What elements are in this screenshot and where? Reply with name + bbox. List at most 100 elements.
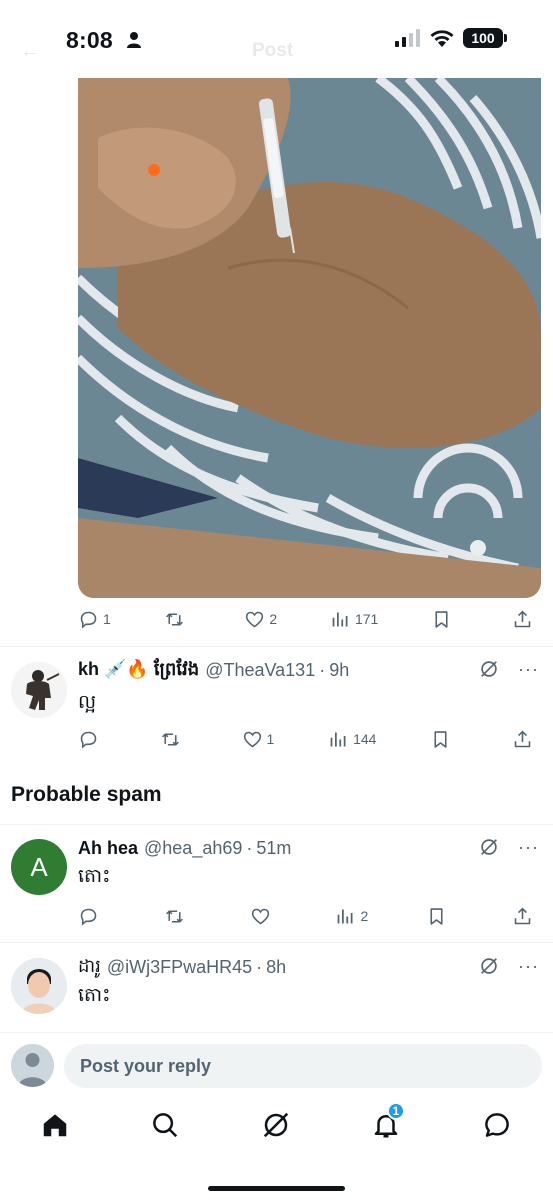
section-title: Probable spam [11, 783, 162, 806]
views-button[interactable]: 2 [335, 906, 368, 927]
reply-tools: ··· [478, 955, 539, 977]
home-icon [43, 1114, 67, 1137]
reply-action-row: 2 [78, 904, 540, 928]
default-avatar-icon [11, 1044, 54, 1087]
reply-header: Ah hea @hea_ah69 · 51m [78, 836, 291, 860]
bookmark-button[interactable] [431, 609, 459, 630]
grok-icon[interactable] [478, 955, 500, 977]
more-options-icon[interactable]: ··· [518, 660, 539, 678]
reply-button[interactable] [78, 906, 106, 927]
divider [0, 942, 553, 943]
tab-notifications[interactable]: 1 [369, 1102, 405, 1142]
repost-icon [161, 732, 179, 746]
grok-icon [263, 1112, 289, 1138]
tab-grok[interactable] [259, 1108, 293, 1142]
views-button[interactable]: 171 [330, 609, 378, 630]
battery-indicator: 100 [463, 28, 507, 48]
reply-text: តោះ [78, 985, 111, 1006]
repost-button[interactable] [164, 906, 192, 927]
repost-button[interactable] [160, 729, 188, 750]
divider [0, 824, 553, 825]
like-button[interactable]: 1 [242, 729, 275, 750]
reply-button[interactable]: 1 [78, 609, 111, 630]
like-button[interactable] [250, 906, 278, 927]
avatar[interactable] [11, 958, 67, 1014]
more-options-icon[interactable]: ··· [518, 957, 539, 975]
tab-search[interactable] [148, 1108, 182, 1142]
reply-text: តោះ [78, 866, 111, 887]
spam-reply-item[interactable]: ដារូ @iWj3FPwaHR45 · 8h ··· តោះ [0, 955, 553, 1032]
reply-tools: ··· [478, 836, 539, 858]
tab-home[interactable] [38, 1108, 72, 1142]
author-name[interactable]: kh 💉🔥 ព្រែវែង [78, 657, 199, 684]
reply-action-row: 1 144 [78, 727, 540, 751]
message-bubble-icon [485, 1113, 509, 1137]
repost-icon [165, 612, 183, 626]
post-action-row: 1 2 171 [78, 607, 540, 631]
like-count: 1 [266, 731, 275, 747]
share-button[interactable] [512, 729, 540, 750]
reply-count: 1 [103, 611, 111, 627]
avatar[interactable]: A [11, 839, 67, 895]
share-icon [514, 610, 531, 627]
author-handle[interactable]: @iWj3FPwaHR45 [107, 957, 252, 978]
avatar-image [11, 958, 67, 1014]
grok-icon[interactable] [478, 836, 500, 858]
bookmark-icon [435, 610, 448, 628]
author-name[interactable]: Ah hea [78, 838, 138, 859]
view-count: 171 [354, 611, 379, 627]
share-icon [514, 730, 531, 747]
my-avatar[interactable] [11, 1044, 54, 1087]
status-bar: ← Post 8:08 100 [0, 0, 553, 78]
repost-icon [165, 909, 183, 923]
home-indicator [208, 1186, 345, 1191]
grok-icon[interactable] [478, 658, 500, 680]
avatar[interactable] [11, 662, 67, 718]
divider [0, 646, 553, 647]
more-options-icon[interactable]: ··· [518, 838, 539, 856]
spam-reply-item[interactable]: A Ah hea @hea_ah69 · 51m ··· តោះ 2 [0, 836, 553, 942]
signal-bars-icon [395, 29, 420, 47]
views-chart-icon [338, 909, 353, 923]
share-button[interactable] [512, 609, 540, 630]
like-button[interactable]: 2 [244, 609, 277, 630]
reply-text: ល្អ [78, 692, 97, 713]
bookmark-button[interactable] [426, 906, 454, 927]
reply-composer: Post your reply [0, 1032, 553, 1098]
avatar-image [11, 662, 67, 718]
media-photo [78, 78, 541, 598]
views-button[interactable]: 144 [328, 729, 376, 750]
heart-icon [243, 731, 261, 747]
dot-separator: · [319, 659, 326, 680]
views-chart-icon [330, 732, 346, 746]
post-media-image[interactable] [78, 78, 541, 598]
bottom-tab-bar: 1 [0, 1098, 553, 1200]
status-indicators: 100 [395, 28, 507, 48]
bookmark-icon [434, 730, 447, 748]
reply-header: kh 💉🔥 ព្រែវែង @TheaVa131 · 9h [78, 658, 349, 682]
wifi-icon [430, 29, 454, 47]
tab-messages[interactable] [480, 1108, 514, 1142]
reply-header: ដារូ @iWj3FPwaHR45 · 8h [78, 955, 286, 979]
avatar-letter: A [30, 851, 48, 882]
notification-badge: 1 [387, 1102, 405, 1120]
post-time: 8h [266, 956, 287, 977]
header-title: Post [252, 40, 294, 61]
dot-separator: · [256, 956, 263, 977]
share-icon [514, 907, 531, 924]
search-icon [153, 1113, 178, 1138]
reply-item[interactable]: kh 💉🔥 ព្រែវែង @TheaVa131 · 9h ··· ល្អ 1 … [0, 658, 553, 768]
view-count: 144 [353, 731, 377, 747]
status-time: 8:08 [66, 27, 113, 53]
bookmark-button[interactable] [430, 729, 458, 750]
author-handle[interactable]: @TheaVa131 [205, 660, 315, 681]
back-arrow-icon[interactable]: ← [20, 40, 40, 63]
reply-input[interactable]: Post your reply [64, 1044, 542, 1088]
repost-button[interactable] [164, 609, 192, 630]
author-handle[interactable]: @hea_ah69 [144, 838, 242, 859]
author-name[interactable]: ដារូ [78, 955, 101, 981]
share-button[interactable] [512, 906, 540, 927]
reply-icon [80, 731, 97, 749]
view-count: 2 [360, 908, 369, 924]
reply-button[interactable] [78, 729, 106, 750]
